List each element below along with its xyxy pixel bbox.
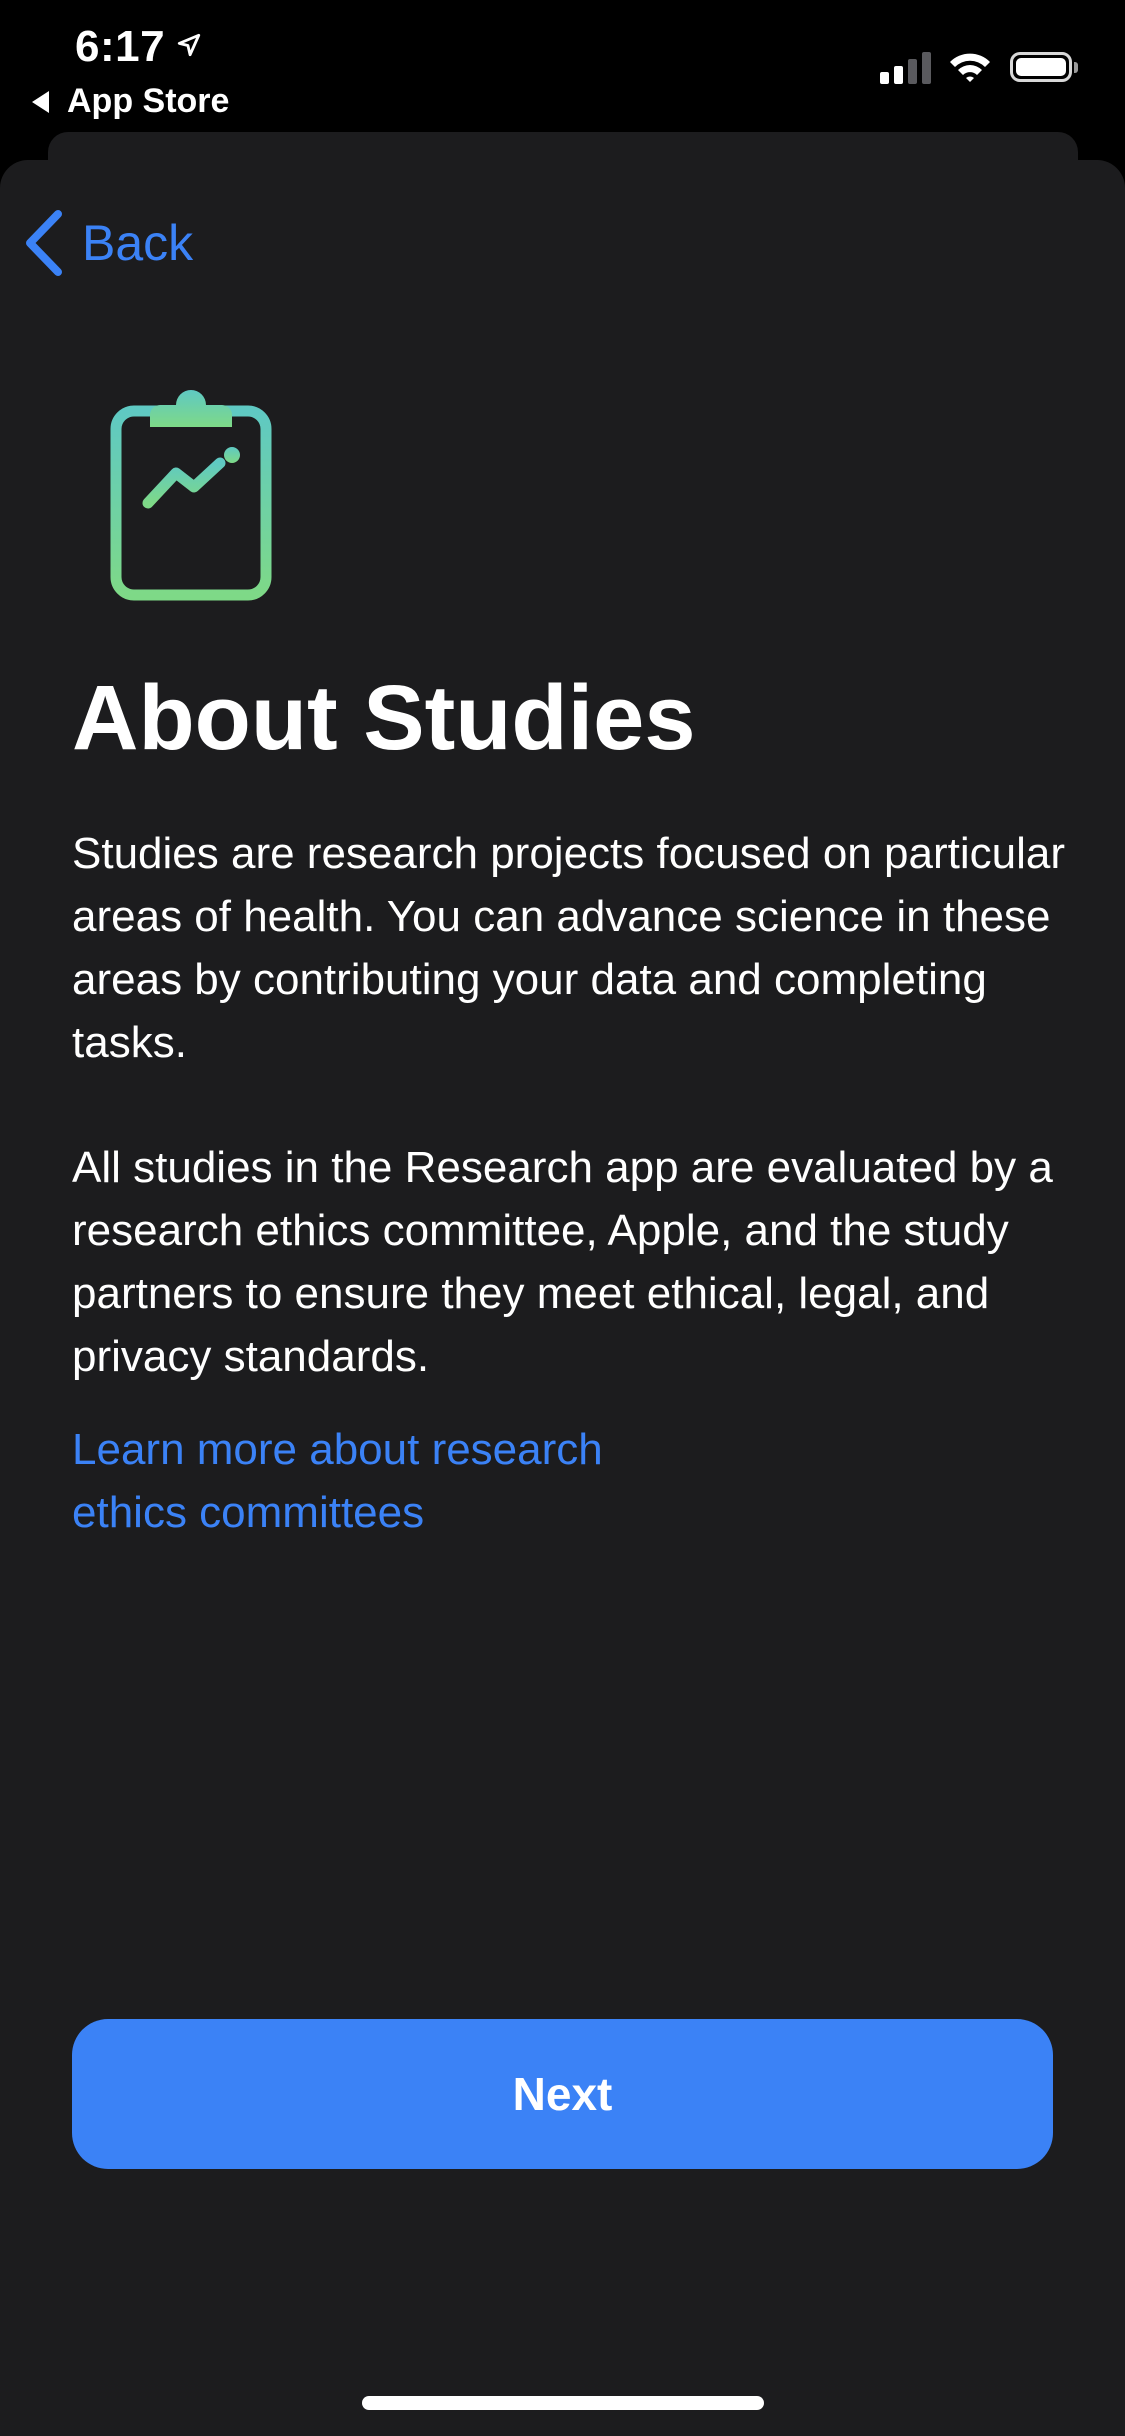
page-title: About Studies	[72, 667, 696, 769]
location-arrow-icon	[177, 33, 201, 57]
back-button[interactable]: Back	[24, 210, 193, 276]
cellular-signal-icon	[880, 50, 931, 84]
back-app-label: App Store	[67, 82, 230, 120]
clipboard-chart-icon	[110, 390, 272, 601]
learn-more-link[interactable]: Learn more about research ethics committ…	[72, 1418, 692, 1544]
home-indicator[interactable]	[362, 2396, 764, 2410]
ethics-paragraph: All studies in the Research app are eval…	[72, 1143, 1053, 1381]
wifi-icon	[950, 53, 990, 82]
next-button[interactable]: Next	[72, 2019, 1053, 2169]
battery-icon	[1010, 52, 1078, 82]
back-button-label: Back	[82, 215, 194, 271]
chevron-left-icon	[26, 210, 62, 276]
intro-paragraph: Studies are research projects focused on…	[72, 829, 1065, 1067]
status-bar: 6:17 App Store	[0, 0, 1125, 150]
status-time: 6:17	[75, 22, 166, 71]
back-triangle-icon	[32, 90, 49, 113]
back-to-app-store[interactable]: App Store	[32, 82, 229, 121]
